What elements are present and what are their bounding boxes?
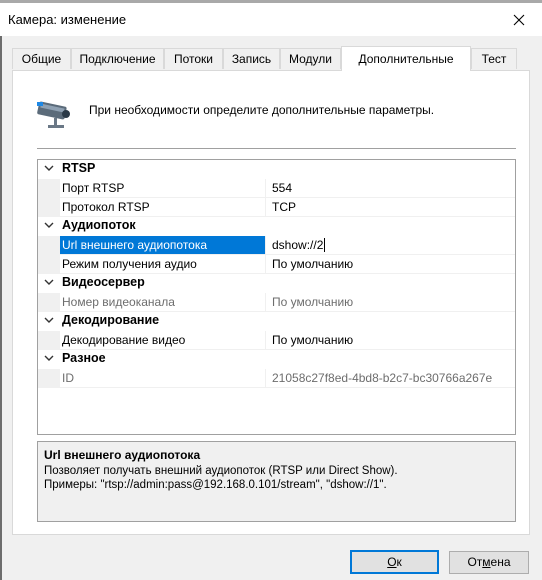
- tab-label: Потоки: [173, 52, 214, 66]
- hint-text: При необходимости определите дополнитель…: [89, 103, 435, 117]
- description-panel: Url внешнего аудиопотока Позволяет получ…: [37, 441, 516, 522]
- cancel-label-rest: ена: [490, 555, 511, 569]
- property-grid[interactable]: RTSP Порт RTSP 554 Протокол RTSP TCP Ауд…: [37, 159, 516, 435]
- tab-label: Модули: [289, 52, 332, 66]
- property-value: 554: [272, 181, 293, 195]
- chevron-down-icon[interactable]: [44, 163, 54, 173]
- chevron-down-icon[interactable]: [44, 277, 54, 287]
- category-decoding[interactable]: Декодирование: [38, 312, 515, 331]
- category-misc[interactable]: Разное: [38, 350, 515, 369]
- property-row[interactable]: Режим получения аудио По умолчанию: [38, 255, 515, 274]
- property-row[interactable]: Порт RTSP 554: [38, 179, 515, 198]
- tab-label: Тест: [481, 52, 507, 66]
- property-row[interactable]: Протокол RTSP TCP: [38, 198, 515, 217]
- tab-advanced[interactable]: Дополнительные: [341, 46, 471, 71]
- description-title: Url внешнего аудиопотока: [44, 448, 201, 462]
- chevron-down-icon[interactable]: [44, 353, 54, 363]
- property-name: ID: [62, 371, 74, 385]
- property-name-cell[interactable]: [60, 369, 266, 388]
- category-label: Декодирование: [62, 313, 160, 327]
- tab-panel-advanced: При необходимости определите дополнитель…: [12, 70, 530, 535]
- property-row-selected[interactable]: Url внешнего аудиопотока dshow://2: [38, 236, 515, 255]
- row-gutter: [38, 331, 60, 350]
- tab-label: Запись: [231, 52, 272, 66]
- tab-streams[interactable]: Потоки: [164, 48, 223, 69]
- property-name: Url внешнего аудиопотока: [62, 238, 208, 252]
- window-left-edge: [0, 36, 2, 580]
- property-name: Номер видеоканала: [62, 295, 175, 309]
- property-value: 21058c27f8ed-4bd8-b2c7-bc30766a267e: [272, 371, 493, 385]
- property-value: TCP: [272, 200, 296, 214]
- title-bar[interactable]: Камера: изменение: [0, 3, 542, 36]
- tab-test[interactable]: Тест: [471, 48, 517, 69]
- cancel-label-prefix: От: [467, 555, 483, 569]
- row-gutter: [38, 236, 60, 255]
- chevron-down-icon[interactable]: [44, 220, 54, 230]
- property-value: По умолчанию: [272, 295, 354, 309]
- tab-connection[interactable]: Подключение: [71, 48, 164, 69]
- row-gutter: [38, 255, 60, 274]
- row-gutter: [38, 293, 60, 312]
- property-name: Порт RTSP: [62, 181, 125, 195]
- category-video-server[interactable]: Видеосервер: [38, 274, 515, 293]
- close-icon: [513, 14, 525, 25]
- property-name: Протокол RTSP: [62, 200, 150, 214]
- category-label: Разное: [62, 351, 106, 365]
- tab-label: Подключение: [79, 52, 156, 66]
- separator: [37, 148, 516, 149]
- property-row[interactable]: Декодирование видео По умолчанию: [38, 331, 515, 350]
- tab-recording[interactable]: Запись: [223, 48, 280, 69]
- property-name: Режим получения аудио: [62, 257, 197, 271]
- tab-general[interactable]: Общие: [12, 48, 71, 69]
- property-row-disabled[interactable]: Номер видеоканала По умолчанию: [38, 293, 515, 312]
- category-label: Аудиопоток: [62, 218, 136, 232]
- property-value: По умолчанию: [272, 333, 354, 347]
- tab-modules[interactable]: Модули: [280, 48, 341, 69]
- property-value: По умолчанию: [272, 257, 354, 271]
- tab-label: Дополнительные: [358, 52, 454, 66]
- input-text: dshow://2: [272, 238, 324, 252]
- ok-button[interactable]: Ок: [350, 550, 439, 574]
- audio-url-input[interactable]: dshow://2: [272, 238, 326, 252]
- property-row-disabled[interactable]: ID 21058c27f8ed-4bd8-b2c7-bc30766a267e: [38, 369, 515, 388]
- category-label: RTSP: [62, 161, 96, 175]
- category-audio[interactable]: Аудиопоток: [38, 217, 515, 236]
- cancel-button[interactable]: Отмена: [449, 551, 529, 574]
- description-line: Позволяет получать внешний аудиопоток (R…: [44, 465, 398, 477]
- property-value-cell[interactable]: [266, 198, 515, 217]
- description-line: Примеры: "rtsp://admin:pass@192.168.0.10…: [44, 479, 387, 491]
- cancel-label-accelerator: м: [482, 555, 491, 569]
- camera-icon: [37, 101, 70, 128]
- close-button[interactable]: [496, 3, 542, 36]
- property-value-cell[interactable]: [266, 179, 515, 198]
- chevron-down-icon[interactable]: [44, 315, 54, 325]
- tab-label: Общие: [21, 52, 62, 66]
- ok-label-rest: к: [396, 555, 402, 569]
- text-caret: [324, 238, 326, 252]
- row-gutter: [38, 179, 60, 198]
- category-label: Видеосервер: [62, 275, 145, 289]
- property-name: Декодирование видео: [62, 333, 186, 347]
- ok-label-accelerator: О: [387, 555, 397, 569]
- category-rtsp[interactable]: RTSP: [38, 160, 515, 179]
- window-title: Камера: изменение: [8, 12, 127, 27]
- row-gutter: [38, 198, 60, 217]
- row-gutter: [38, 369, 60, 388]
